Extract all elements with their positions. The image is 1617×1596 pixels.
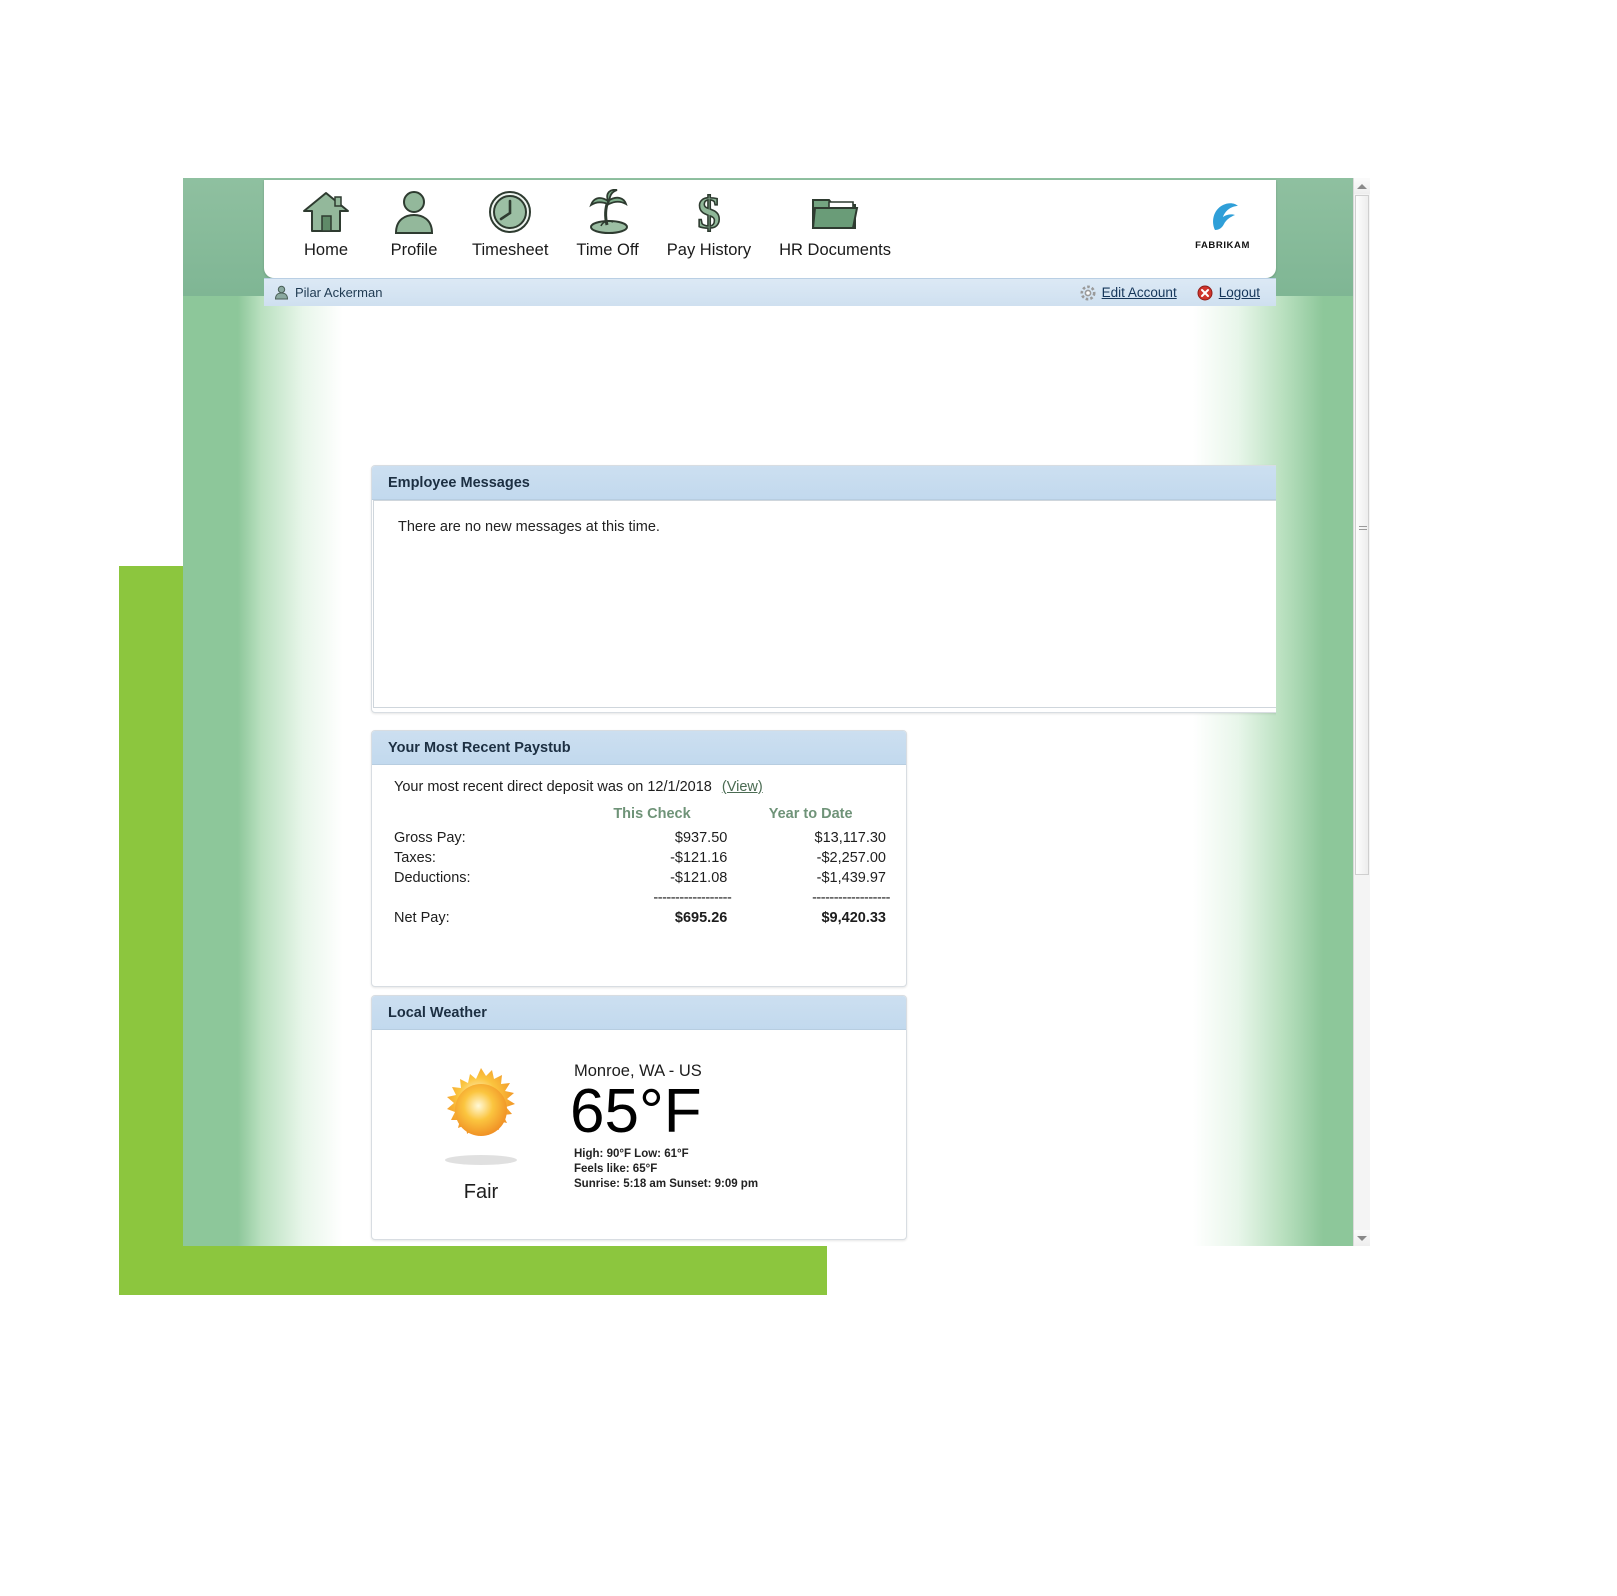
nav-item-label: Timesheet <box>472 241 549 259</box>
weather-sunrise-sunset: Sunrise: 5:18 am Sunset: 9:09 pm <box>574 1178 759 1190</box>
weather-icon-column: Fair <box>388 1048 574 1204</box>
local-weather-body: Fair Monroe, WA - US 65°F High: 90°F Low… <box>372 1030 906 1216</box>
table-row: Gross Pay: $937.50 $13,117.30 <box>388 828 890 848</box>
browser-scrollbar[interactable] <box>1353 178 1370 1246</box>
screenshot-frame: Home Profile Timesheet Time Off $ Pay Hi… <box>183 178 1370 1246</box>
nav-item-label: Profile <box>390 241 438 259</box>
row-ytd: -$2,257.00 <box>816 850 886 866</box>
avatar-icon <box>274 285 289 300</box>
net-pay-ytd: $9,420.33 <box>821 910 886 926</box>
svg-text:$: $ <box>697 188 720 236</box>
nav-item-label: Home <box>303 241 348 259</box>
row-this-check: -$121.16 <box>670 850 728 866</box>
empty-header <box>388 805 573 828</box>
brand-name: FABRIKAM <box>1195 240 1250 251</box>
weather-temperature: 65°F <box>570 1077 702 1146</box>
employee-messages-title: Employee Messages <box>372 466 1276 500</box>
nav-item-time-off[interactable]: Time Off <box>562 186 652 260</box>
local-weather-title: Local Weather <box>372 996 906 1030</box>
divider-row: ------------------ ------------------ <box>388 888 890 908</box>
employee-messages-panel: Employee Messages There are no new messa… <box>371 465 1276 713</box>
col-this-check: This Check <box>613 806 691 822</box>
paystub-title: Your Most Recent Paystub <box>372 731 906 765</box>
paystub-table: This Check Year to Date Gross Pay: $937.… <box>388 805 890 928</box>
browser-scroll-thumb[interactable] <box>1355 195 1369 875</box>
palm-tree-icon <box>583 186 633 238</box>
browser-scroll-up-icon[interactable] <box>1354 178 1370 194</box>
logout-label: Logout <box>1218 285 1260 300</box>
dollar-icon: $ <box>691 186 727 238</box>
row-this-check: $937.50 <box>674 830 728 846</box>
user-bar-right: Edit Account Logout <box>1080 285 1276 301</box>
folder-icon <box>809 186 861 238</box>
paystub-panel: Your Most Recent Paystub Your most recen… <box>371 730 907 987</box>
table-row: Deductions: -$121.08 -$1,439.97 <box>388 868 890 888</box>
nav-item-label: Pay History <box>666 241 752 259</box>
paystub-view-link[interactable]: (View) <box>722 779 763 795</box>
local-weather-panel: Local Weather Fair Monroe, WA - US 65°F … <box>371 995 907 1240</box>
nav-item-pay-history[interactable]: $ Pay History <box>653 186 765 260</box>
net-pay-row: Net Pay: $695.26 $9,420.33 <box>388 908 890 928</box>
close-icon <box>1197 285 1213 300</box>
nav-item-label: Time Off <box>576 241 639 259</box>
home-icon <box>302 186 350 238</box>
scroll-grip-icon <box>1359 526 1367 532</box>
user-name: Pilar Ackerman <box>295 285 383 300</box>
row-this-check: -$121.08 <box>670 870 728 886</box>
row-label: Deductions: <box>394 870 471 886</box>
table-row: Taxes: -$121.16 -$2,257.00 <box>388 848 890 868</box>
sun-icon <box>445 1068 517 1165</box>
weather-high-low: High: 90°F Low: 61°F <box>574 1148 689 1160</box>
row-ytd: $13,117.30 <box>814 830 887 846</box>
weather-feels-like: Feels like: 65°F <box>574 1163 658 1175</box>
nav-item-profile[interactable]: Profile <box>370 186 458 260</box>
divider-ytd: ------------------ <box>812 890 890 906</box>
paystub-body: Your most recent direct deposit was on 1… <box>372 765 906 940</box>
person-icon <box>392 186 436 238</box>
user-bar-left: Pilar Ackerman <box>264 285 382 300</box>
divider-this-check: ------------------ <box>653 890 732 906</box>
gear-icon <box>1080 285 1096 300</box>
table-header-row: This Check Year to Date <box>388 805 890 828</box>
net-pay-label: Net Pay: <box>394 910 450 926</box>
employee-messages-box: There are no new messages at this time. <box>373 500 1276 708</box>
nav-item-timesheet[interactable]: Timesheet <box>458 186 562 260</box>
edit-account-link[interactable]: Edit Account <box>1080 285 1177 301</box>
paystub-deposit-text: Your most recent direct deposit was on 1… <box>394 779 712 795</box>
weather-condition: Fair <box>463 1181 499 1203</box>
weather-detail-column: Monroe, WA - US 65°F High: 90°F Low: 61°… <box>570 1048 759 1204</box>
net-pay-this-check: $695.26 <box>674 910 728 926</box>
clock-icon <box>487 186 533 238</box>
nav-item-label: HR Documents <box>779 241 891 259</box>
row-label: Gross Pay: <box>394 830 466 846</box>
nav-item-hr-documents[interactable]: HR Documents <box>765 186 905 260</box>
brand-logo: FABRIKAM <box>1195 200 1250 251</box>
edit-account-label: Edit Account <box>1101 285 1177 300</box>
col-year-to-date: Year to Date <box>768 806 853 822</box>
main-content: Employee Messages There are no new messa… <box>264 305 1276 1246</box>
fabrikam-mark-icon <box>1212 203 1238 230</box>
nav-items: Home Profile Timesheet Time Off $ Pay Hi… <box>282 186 905 260</box>
browser-scroll-down-icon[interactable] <box>1354 1230 1370 1246</box>
nav-item-home[interactable]: Home <box>282 186 370 260</box>
user-bar: Pilar Ackerman Edit Account Logout <box>264 278 1276 306</box>
top-navigation-panel: Home Profile Timesheet Time Off $ Pay Hi… <box>264 180 1276 278</box>
row-ytd: -$1,439.97 <box>816 870 886 886</box>
row-label: Taxes: <box>394 850 436 866</box>
weather-layout: Fair Monroe, WA - US 65°F High: 90°F Low… <box>388 1042 890 1204</box>
employee-messages-text: There are no new messages at this time. <box>398 519 660 535</box>
paystub-deposit-line: Your most recent direct deposit was on 1… <box>394 779 890 795</box>
logout-link[interactable]: Logout <box>1197 285 1260 301</box>
